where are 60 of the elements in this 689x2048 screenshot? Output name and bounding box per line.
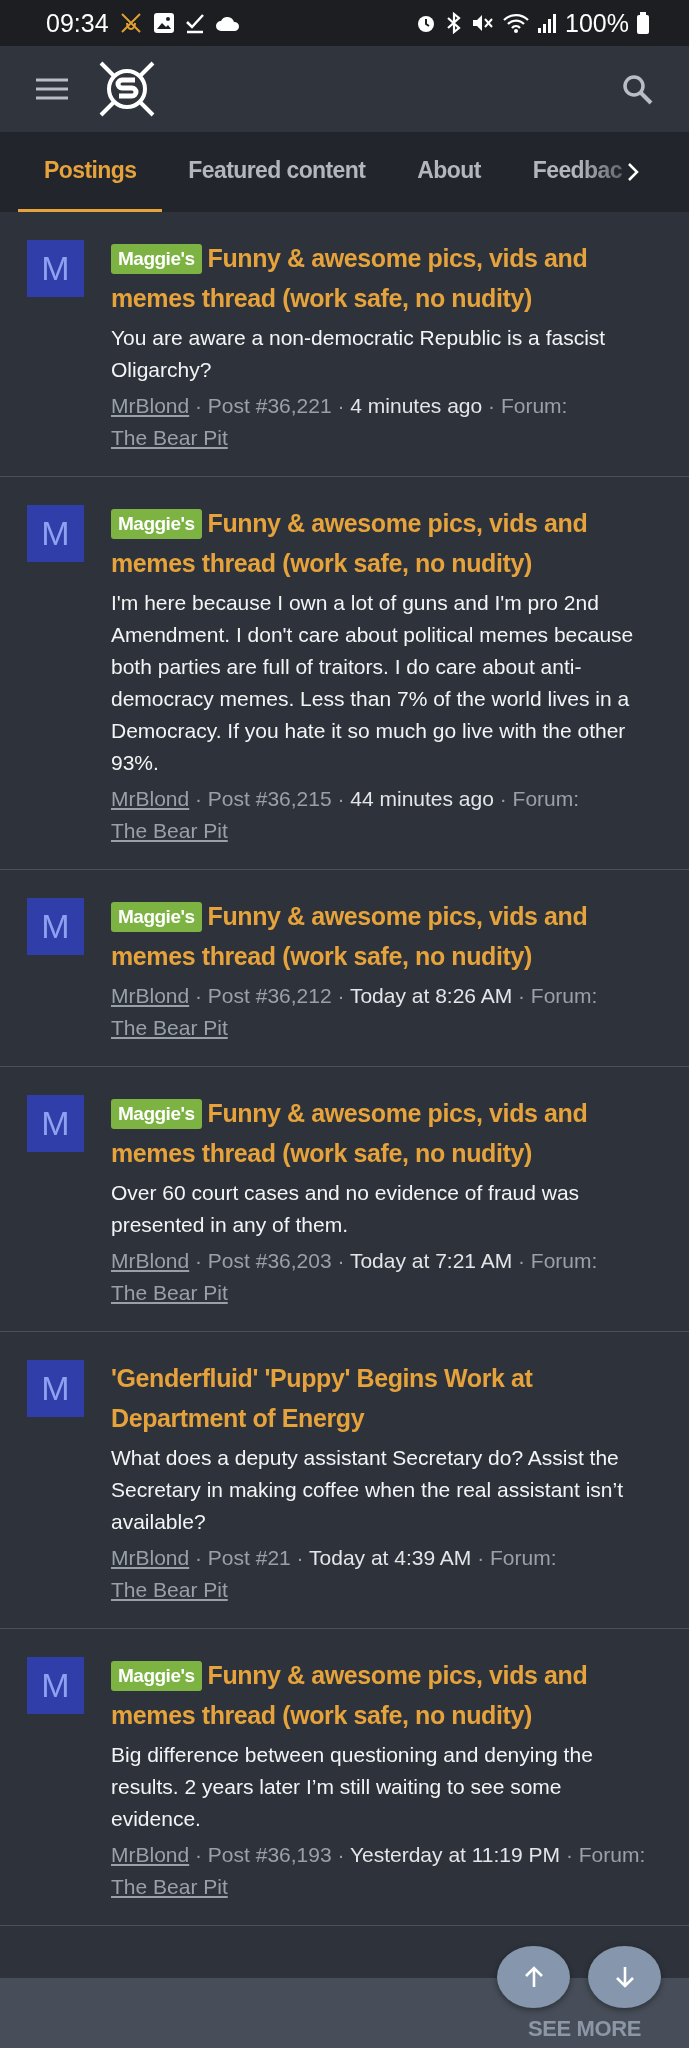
- post-meta: MrBlond · Post #36,215 · 44 minutes ago · Forum: The Bear Pit: [111, 786, 581, 844]
- signal-icon: [537, 12, 558, 34]
- avatar[interactable]: M: [27, 505, 84, 562]
- author-link[interactable]: MrBlond: [111, 787, 190, 810]
- prefix-tag[interactable]: Maggie's: [111, 902, 202, 932]
- author-link[interactable]: MrBlond: [111, 1843, 190, 1866]
- post-snippet: What does a deputy assistant Secretary do? Assist the Secretary in making coffee when the real assistant isn’t available?: [111, 1445, 625, 1535]
- cloud-icon: [214, 15, 241, 31]
- avatar[interactable]: M: [27, 1657, 84, 1714]
- forum-link[interactable]: The Bear Pit: [111, 819, 228, 842]
- post-meta: MrBlond · Post #36,203 · Today at 7:21 AM · Forum: The Bear Pit: [111, 1248, 599, 1306]
- thread-title[interactable]: Maggie's Funny & awesome pics, vids and memes thread (work safe, no nudity): [111, 238, 665, 318]
- author-link[interactable]: MrBlond: [111, 1249, 190, 1272]
- post-snippet: You are aware a non-democratic Republic is a fascist Oligarchy?: [111, 325, 607, 383]
- checkmark-icon: [184, 12, 205, 34]
- author-link[interactable]: MrBlond: [111, 394, 190, 417]
- prefix-tag[interactable]: Maggie's: [111, 1661, 202, 1691]
- post-snippet: Big difference between questioning and denying the results. 2 years later I’m still waiting to see some evidence.: [111, 1742, 594, 1832]
- app-notification-icon: [118, 11, 143, 35]
- prefix-tag[interactable]: Maggie's: [111, 244, 202, 274]
- chevron-right-icon[interactable]: [625, 161, 640, 183]
- avatar[interactable]: M: [27, 1095, 84, 1152]
- forum-link[interactable]: The Bear Pit: [111, 1281, 228, 1304]
- tab[interactable]: Feedbac: [506, 132, 626, 212]
- scroll-up-button[interactable]: [497, 1946, 570, 2008]
- forum-link[interactable]: The Bear Pit: [111, 1875, 228, 1898]
- search-icon[interactable]: [621, 73, 653, 105]
- battery-percentage: 100%: [565, 8, 629, 38]
- thread-title[interactable]: Maggie's Funny & awesome pics, vids and memes thread (work safe, no nudity): [111, 1093, 665, 1173]
- prefix-tag[interactable]: Maggie's: [111, 1099, 202, 1129]
- forum-link[interactable]: The Bear Pit: [111, 426, 228, 449]
- avatar[interactable]: M: [27, 240, 84, 297]
- avatar[interactable]: M: [27, 898, 84, 955]
- post-meta: MrBlond · Post #36,193 · Yesterday at 11:19 PM · Forum: The Bear Pit: [111, 1842, 647, 1900]
- post-meta: MrBlond · Post #21 · Today at 4:39 AM · Forum: The Bear Pit: [111, 1545, 558, 1603]
- logo-icon[interactable]: [98, 60, 156, 118]
- battery-icon: [637, 12, 649, 34]
- tab[interactable]: About: [391, 132, 507, 212]
- author-link[interactable]: MrBlond: [111, 1546, 190, 1569]
- post-meta: MrBlond · Post #36,212 · Today at 8:26 AM · Forum: The Bear Pit: [111, 983, 599, 1041]
- prefix-tag[interactable]: Maggie's: [111, 509, 202, 539]
- forum-link[interactable]: The Bear Pit: [111, 1016, 228, 1039]
- post-snippet: Over 60 court cases and no evidence of fraud was presented in any of them.: [111, 1180, 581, 1238]
- image-icon: [152, 12, 175, 34]
- forum-link[interactable]: The Bear Pit: [111, 1578, 228, 1601]
- clock-time: 09:34: [46, 8, 109, 38]
- thread-title[interactable]: 'Genderfluid' 'Puppy' Begins Work at Department of Energy: [111, 1358, 665, 1438]
- see-more-link[interactable]: SEE MORE: [518, 2016, 651, 2048]
- scroll-down-button[interactable]: [588, 1946, 661, 2008]
- post-meta: MrBlond · Post #36,221 · 4 minutes ago · Forum: The Bear Pit: [111, 393, 569, 451]
- author-link[interactable]: MrBlond: [111, 984, 190, 1007]
- thread-title[interactable]: Maggie's Funny & awesome pics, vids and memes thread (work safe, no nudity): [111, 896, 665, 976]
- post-snippet: I'm here because I own a lot of guns and I'm pro 2nd Amendment. I don't care about political memes because both parties are full of traitors. I do care about anti-democracy memes. Less than 7% of the world lives in a Democracy. If you hate it so much go live with the other 93%.: [111, 590, 635, 776]
- avatar[interactable]: M: [27, 1360, 84, 1417]
- tab[interactable]: Featured content: [162, 132, 392, 212]
- menu-icon[interactable]: [36, 78, 68, 100]
- thread-title[interactable]: Maggie's Funny & awesome pics, vids and memes thread (work safe, no nudity): [111, 1655, 665, 1735]
- arrow-down-icon: [613, 1965, 636, 1989]
- thread-title[interactable]: Maggie's Funny & awesome pics, vids and memes thread (work safe, no nudity): [111, 503, 665, 583]
- wifi-icon: [503, 12, 530, 34]
